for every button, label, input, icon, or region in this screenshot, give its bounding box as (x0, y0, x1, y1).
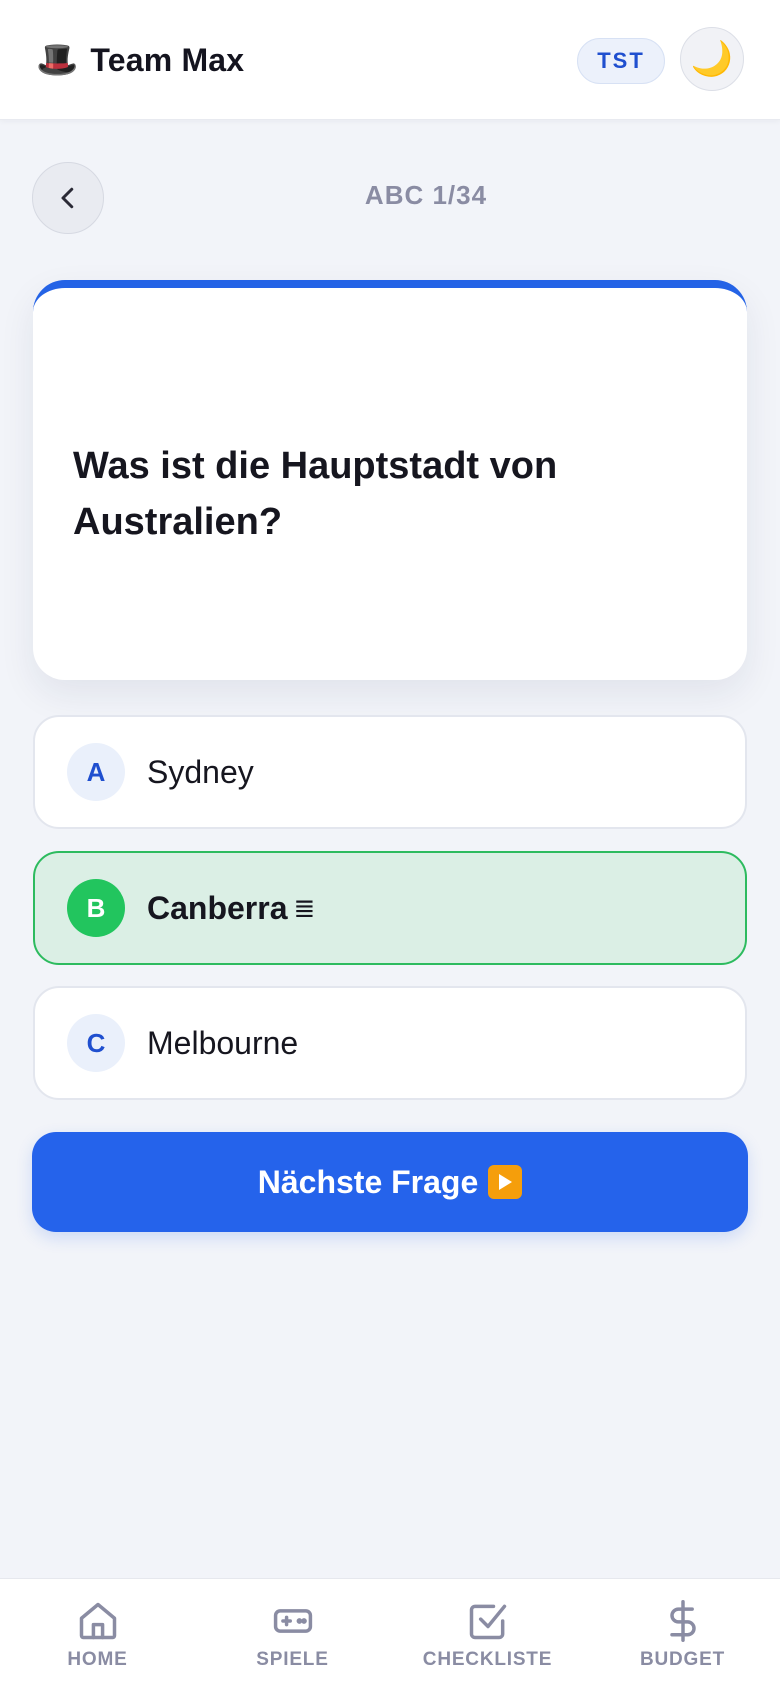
bottom-navigation: HOME SPIELE CHECKLISTE BUDGET (0, 1578, 780, 1688)
gamepad-icon (273, 1609, 312, 1633)
answer-letter: C (67, 1014, 125, 1072)
answer-letter: B (67, 879, 125, 937)
home-icon (79, 1602, 116, 1640)
answer-option-a[interactable]: A Sydney (33, 715, 747, 829)
question-card: Was ist die Hauptstadt von Australien? (33, 280, 747, 680)
nav-item-checkliste[interactable]: CHECKLISTE (390, 1579, 585, 1688)
moon-icon: 🌙 (690, 40, 734, 78)
next-question-button[interactable]: Nächste Frage (32, 1132, 748, 1232)
nav-item-spiele[interactable]: SPIELE (195, 1579, 390, 1688)
chevron-left-icon (61, 187, 74, 209)
answer-label: Melbourne (147, 1024, 299, 1061)
environment-badge[interactable]: TST (577, 38, 665, 84)
team-name: Team Max (90, 41, 245, 78)
answer-letter: A (67, 743, 125, 801)
top-bar: 🎩 Team Max TST 🌙 (0, 0, 780, 120)
answer-label: Sydney (147, 753, 254, 790)
question-text: Was ist die Hauptstadt von Australien? (73, 445, 558, 543)
answer-label: Canberra (147, 889, 288, 926)
nav-label: BUDGET (639, 1649, 726, 1670)
top-hat-icon: 🎩 (36, 41, 79, 79)
dollar-icon (669, 1600, 696, 1642)
play-button-icon (488, 1165, 523, 1199)
theme-toggle-button[interactable]: 🌙 (680, 27, 744, 91)
nav-label: CHECKLISTE (422, 1649, 553, 1670)
nav-label: SPIELE (256, 1649, 329, 1670)
answer-marker: ≣ (293, 892, 316, 923)
nav-item-budget[interactable]: BUDGET (585, 1579, 780, 1688)
question-progress: ABC 1/34 (364, 180, 488, 210)
nav-item-home[interactable]: HOME (0, 1579, 195, 1688)
checkbox-icon (469, 1604, 506, 1640)
back-button[interactable] (32, 162, 104, 234)
brand: 🎩 Team Max (36, 40, 244, 80)
progress-wrap: ABC 1/34 (104, 180, 748, 211)
next-question-label: Nächste Frage (257, 1163, 479, 1200)
nav-label: HOME (67, 1649, 128, 1670)
answer-option-b[interactable]: B Canberra ≣ (33, 851, 747, 965)
answer-option-c[interactable]: C Melbourne (33, 986, 747, 1100)
